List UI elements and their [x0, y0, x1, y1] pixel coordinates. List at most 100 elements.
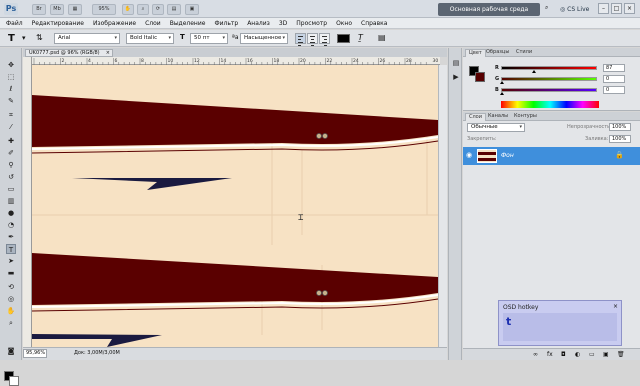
align-left-button[interactable] [295, 33, 306, 46]
tab-channels[interactable]: Каналы [485, 113, 511, 121]
close-icon[interactable]: × [613, 303, 618, 310]
layer-row[interactable]: ◉ Фон 🔒 [463, 147, 640, 165]
cs-live-button[interactable]: ◎ CS Live [560, 4, 589, 15]
opacity-field[interactable]: 100% [609, 123, 631, 131]
hand-tool-icon[interactable]: ✋ [122, 4, 134, 15]
history-panel-icon[interactable]: ▤ [451, 58, 461, 68]
eyedropper-tool-icon[interactable]: ⁄ [6, 122, 16, 132]
new-layer-icon[interactable]: ▣ [603, 351, 609, 358]
menu-edit[interactable]: Редактирование [32, 18, 84, 28]
path-selection-tool-icon[interactable]: ➤ [6, 256, 16, 266]
menu-file[interactable]: Файл [6, 18, 23, 28]
canvas[interactable]: ⌶ [32, 65, 438, 347]
blur-tool-icon[interactable]: ● [6, 208, 16, 218]
lasso-tool-icon[interactable]: ℓ [6, 84, 16, 94]
eraser-tool-icon[interactable]: ▭ [6, 184, 16, 194]
color-background-swatch[interactable] [475, 72, 485, 82]
trash-icon[interactable]: 🗑 [617, 351, 625, 358]
maximize-icon[interactable]: □ [611, 3, 622, 14]
document-tab[interactable]: UK0777.psd @ 96% (RGB/8) × [25, 49, 113, 57]
history-brush-tool-icon[interactable]: ↺ [6, 172, 16, 182]
link-layers-icon[interactable]: ∞ [533, 351, 538, 358]
character-panel-icon[interactable]: ▤ [378, 33, 386, 42]
channel-r-slider[interactable] [501, 66, 597, 73]
align-center-button[interactable] [307, 33, 318, 46]
menu-analysis[interactable]: Анализ [247, 18, 270, 28]
tab-layers[interactable]: Слои [465, 113, 486, 121]
arrange-documents-icon[interactable]: ▤ [167, 4, 181, 15]
color-spectrum-ramp[interactable] [501, 101, 599, 108]
text-orientation-icon[interactable]: ⇅ [36, 33, 43, 42]
channel-r-value[interactable]: 87 [603, 64, 625, 72]
minimize-icon[interactable]: – [598, 3, 609, 14]
layer-mask-icon[interactable]: ◘ [561, 351, 566, 358]
slider-marker[interactable] [500, 81, 504, 84]
close-icon[interactable]: × [624, 3, 635, 14]
layer-style-icon[interactable]: fx [547, 351, 553, 358]
type-tool-icon[interactable]: T [6, 244, 16, 254]
channel-b-slider[interactable] [500, 88, 597, 95]
help-search-icon[interactable]: ⌕ [545, 4, 555, 15]
font-size-select[interactable]: 50 пт [190, 33, 228, 44]
vertical-scrollbar[interactable] [438, 65, 447, 347]
tab-styles[interactable]: Стили [513, 49, 535, 57]
minibridge-icon[interactable]: Mb [50, 4, 64, 15]
tab-swatches[interactable]: Образцы [483, 49, 512, 57]
bridge-icon[interactable]: Br [32, 4, 46, 15]
blend-mode-select[interactable]: Обычные [467, 123, 525, 132]
antialias-select[interactable]: Насыщенное [240, 33, 288, 44]
document-size-info[interactable]: Док: 3,00M/3,00M [74, 349, 120, 358]
3d-rotate-tool-icon[interactable]: ⟲ [6, 282, 16, 292]
quick-select-tool-icon[interactable]: ✎ [6, 96, 16, 106]
menu-image[interactable]: Изображение [93, 18, 136, 28]
dodge-tool-icon[interactable]: ◔ [6, 220, 16, 230]
adjustment-layer-icon[interactable]: ◐ [575, 351, 580, 358]
quick-mask-icon[interactable]: ◙ [6, 346, 16, 356]
align-right-button[interactable] [319, 33, 330, 46]
slider-marker[interactable] [531, 70, 536, 73]
close-icon[interactable]: × [106, 50, 110, 57]
clone-stamp-tool-icon[interactable]: ⚲ [6, 160, 16, 170]
horizontal-ruler[interactable]: 2 4 6 8 10 12 14 16 18 20 22 24 26 28 30 [32, 57, 440, 65]
guides-icon[interactable]: ▦ [68, 4, 82, 15]
menu-layers[interactable]: Слои [145, 18, 161, 28]
shape-tool-icon[interactable]: ▬ [6, 268, 16, 278]
gradient-tool-icon[interactable]: ▥ [6, 196, 16, 206]
chevron-down-icon[interactable]: ▾ [22, 34, 26, 42]
workspace-switcher-button[interactable]: Основная рабочая среда [438, 3, 540, 16]
warp-text-icon[interactable]: T̰ [358, 33, 363, 42]
zoom-level-select[interactable]: 95% [92, 4, 116, 15]
channel-g-slider[interactable] [500, 77, 597, 84]
screen-mode-icon[interactable]: ▣ [185, 4, 199, 15]
menu-select[interactable]: Выделение [170, 18, 206, 28]
zoom-tool-icon[interactable]: ⌕ [137, 4, 149, 15]
fill-field[interactable]: 100% [609, 135, 631, 143]
menu-3d[interactable]: 3D [279, 18, 287, 28]
hand-tool-icon[interactable]: ✋ [6, 306, 16, 316]
marquee-tool-icon[interactable]: ⬚ [6, 72, 16, 82]
font-style-select[interactable]: Bold Italic [126, 33, 174, 44]
healing-brush-tool-icon[interactable]: ✚ [6, 136, 16, 146]
channel-g-value[interactable]: 0 [603, 75, 625, 83]
text-tool-preset-icon[interactable]: T [8, 33, 15, 44]
pen-tool-icon[interactable]: ✒ [6, 232, 16, 242]
menu-help[interactable]: Справка [361, 18, 387, 28]
zoom-tool-icon[interactable]: ⌕ [6, 318, 16, 328]
menu-view[interactable]: Просмотр [296, 18, 327, 28]
background-color-swatch[interactable] [9, 376, 19, 386]
eye-icon[interactable]: ◉ [466, 151, 472, 159]
3d-orbit-tool-icon[interactable]: ◎ [6, 294, 16, 304]
vertical-ruler[interactable] [23, 57, 32, 347]
move-tool-icon[interactable]: ✥ [6, 60, 16, 70]
actions-panel-icon[interactable]: ▶ [451, 72, 461, 82]
rotate-view-icon[interactable]: ⟳ [152, 4, 164, 15]
tab-paths[interactable]: Контуры [511, 113, 540, 121]
crop-tool-icon[interactable]: ⌗ [6, 110, 16, 120]
slider-marker[interactable] [500, 92, 504, 95]
font-family-select[interactable]: Arial [54, 33, 120, 44]
layer-name[interactable]: Фон [501, 152, 514, 159]
zoom-field[interactable]: 95,96% [23, 349, 47, 358]
menu-window[interactable]: Окно [336, 18, 352, 28]
new-group-icon[interactable]: ▭ [589, 351, 595, 358]
menu-filter[interactable]: Фильтр [214, 18, 238, 28]
